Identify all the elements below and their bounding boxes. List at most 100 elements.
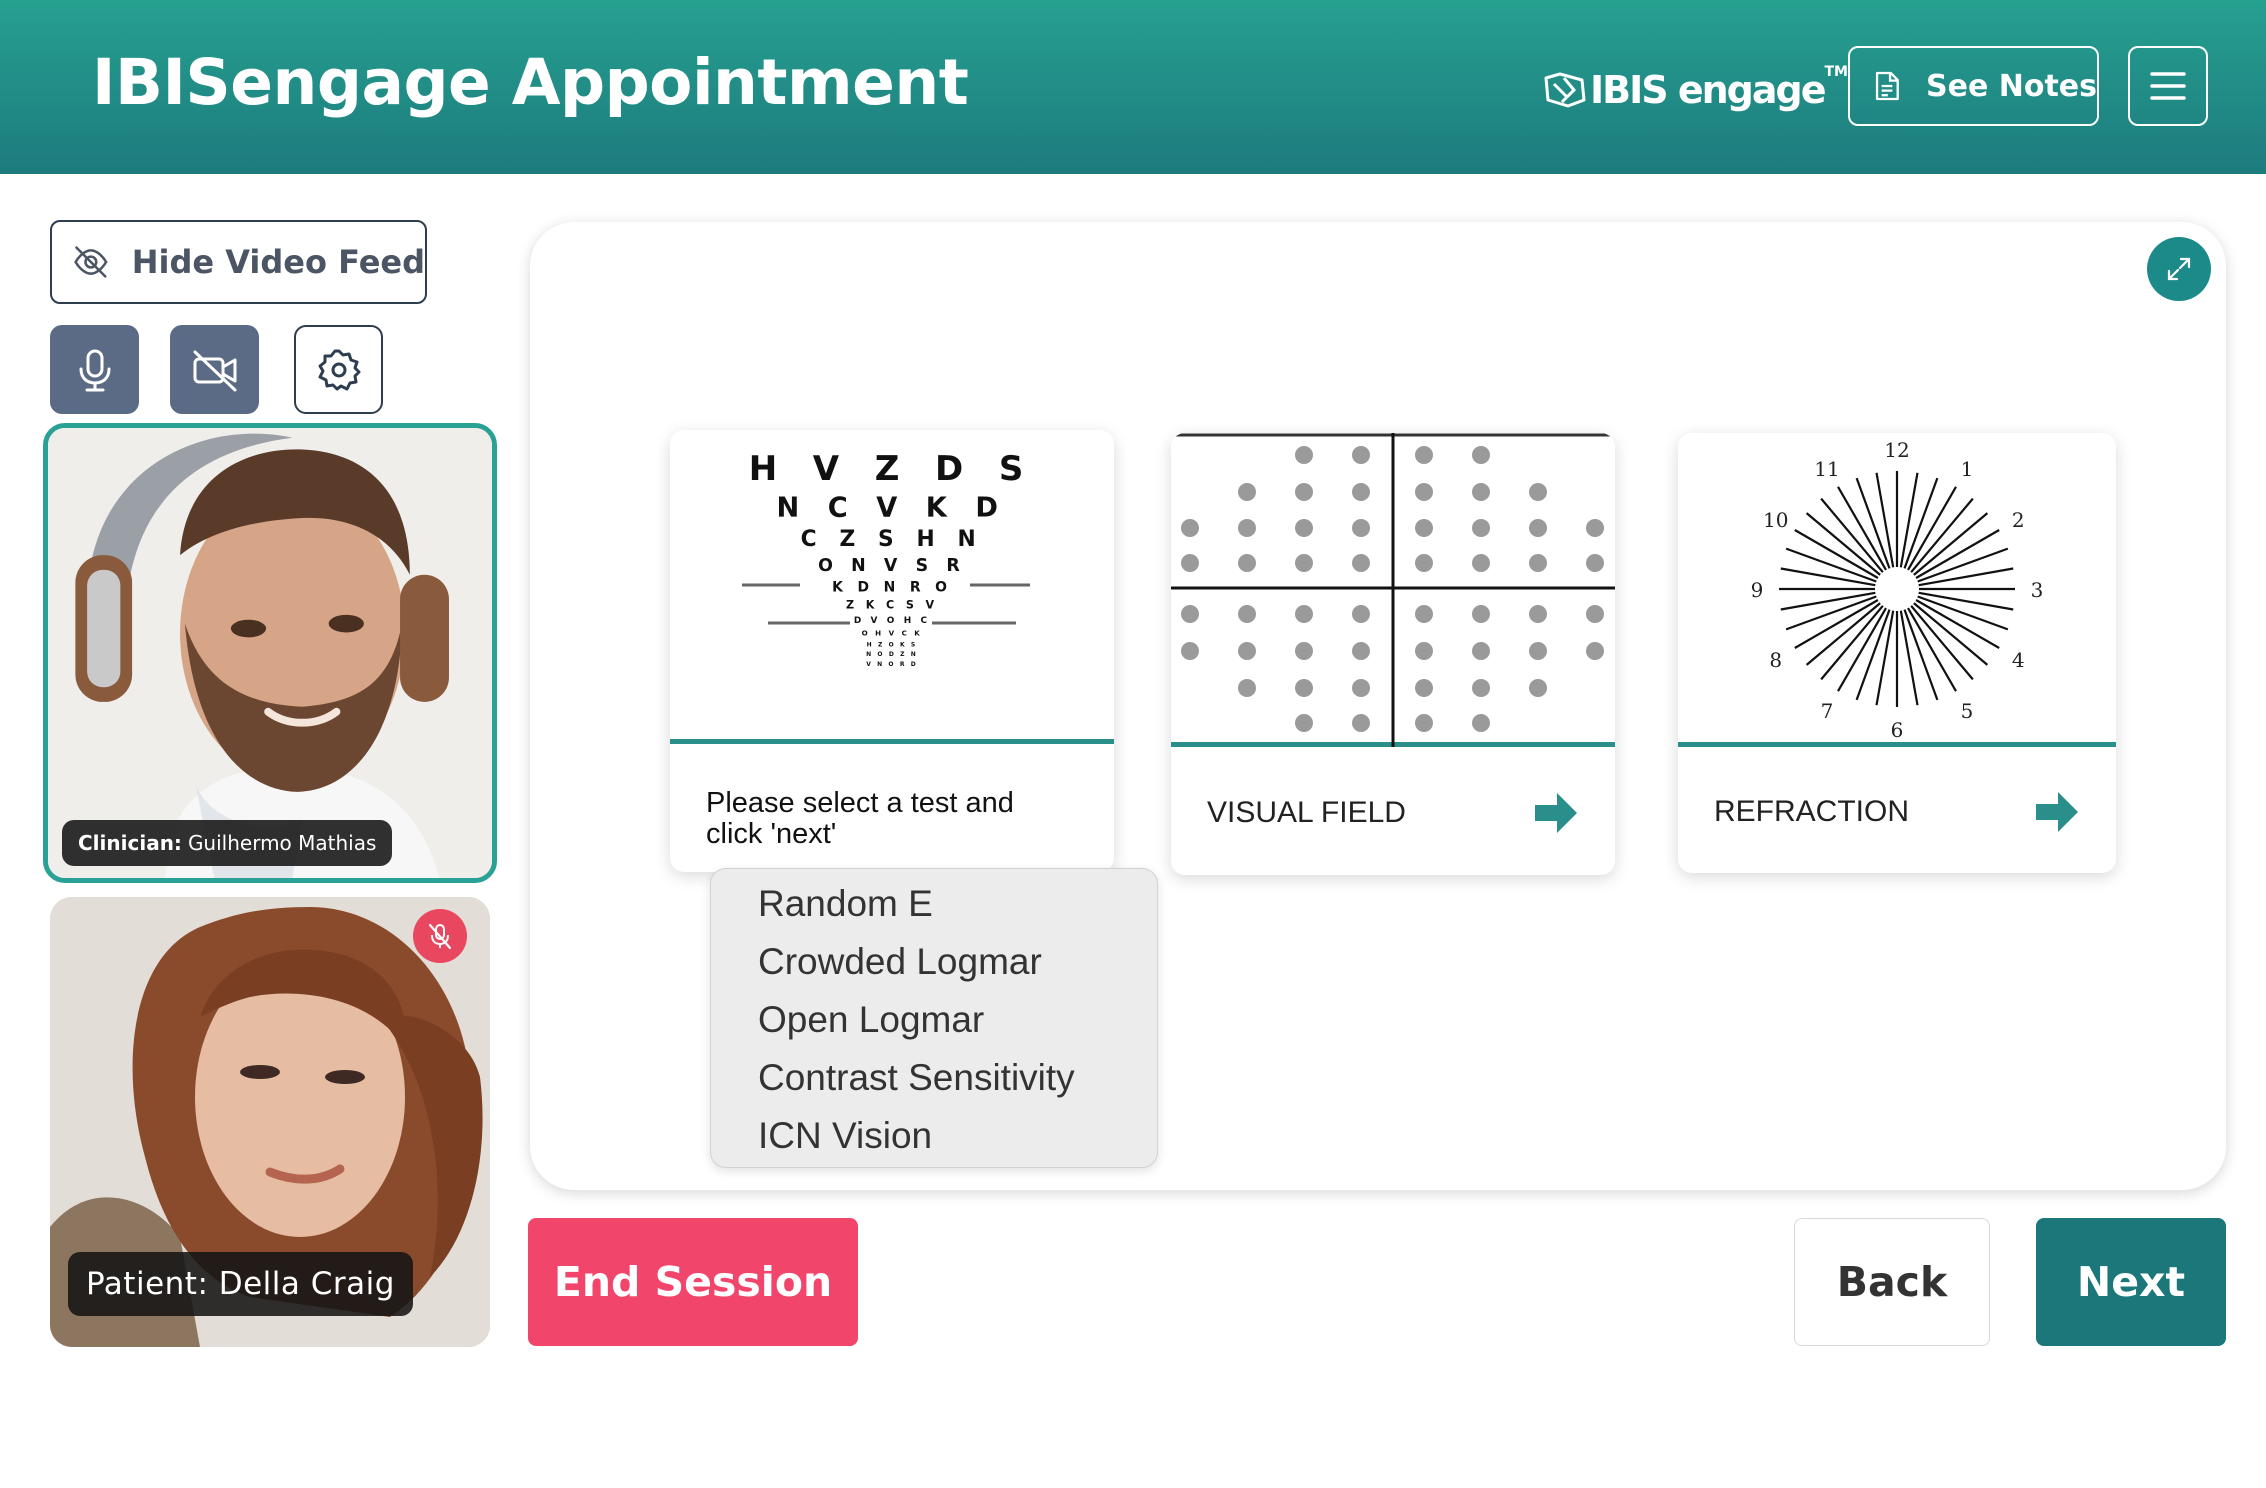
visual-acuity-test-card[interactable]: H V Z D SN C V K D C Z S H N O N V S R K D …: [670, 430, 1114, 872]
visual-field-dot: [1295, 642, 1313, 660]
microphone-icon: [79, 349, 110, 391]
visual-field-dot: [1472, 605, 1490, 623]
clinician-name: Guilhermo Mathias: [187, 831, 377, 855]
app-header: IBISengage Appointment IBIS engage TM See…: [0, 0, 2266, 174]
dropdown-option-crowded-logmar[interactable]: Crowded Logmar: [711, 933, 1157, 991]
see-notes-label: See Notes: [1925, 68, 2097, 104]
eye-chart-row: Z K C S V: [846, 599, 938, 612]
visual-field-dot: [1529, 554, 1547, 572]
brand-name: IBIS engage: [1590, 68, 1826, 112]
visual-field-dot: [1529, 605, 1547, 623]
visual-field-dot: [1529, 642, 1547, 660]
hamburger-menu-icon: [2150, 72, 2186, 100]
visual-field-dot: [1295, 483, 1313, 501]
visual-field-dot: [1295, 519, 1313, 537]
visual-field-dot: [1415, 483, 1433, 501]
brand-logo: IBIS engage TM: [1542, 62, 1848, 118]
dropdown-option-contrast-sensitivity[interactable]: Contrast Sensitivity: [711, 1049, 1157, 1107]
visual-field-dot: [1415, 446, 1433, 464]
eye-chart-row: O H V C K: [862, 629, 923, 638]
dial-clock-number: 4: [2012, 648, 2025, 672]
visual-field-dot: [1238, 605, 1256, 623]
astigmatism-dial: 121234567891011: [1751, 438, 2044, 742]
visual-field-dot: [1472, 714, 1490, 732]
test-type-dropdown: Random E Crowded Logmar Open Logmar Cont…: [710, 868, 1158, 1168]
eye-chart-row: N C V K D: [777, 492, 1008, 523]
visual-field-dot: [1181, 554, 1199, 572]
visual-field-dot: [1238, 554, 1256, 572]
back-button[interactable]: Back: [1794, 1218, 1990, 1346]
eye-chart-row: H Z O K S: [867, 641, 918, 648]
visual-field-dot: [1352, 642, 1370, 660]
fullscreen-button[interactable]: [2147, 237, 2211, 301]
visual-field-dot: [1472, 446, 1490, 464]
dial-clock-number: 1: [1961, 457, 1974, 481]
refraction-label: REFRACTION: [1714, 795, 1909, 828]
visual-field-dot: [1352, 554, 1370, 572]
arrow-right-icon[interactable]: [2034, 790, 2080, 834]
next-button[interactable]: Next: [2036, 1218, 2226, 1346]
see-notes-button[interactable]: See Notes: [1848, 46, 2099, 126]
select-test-prompt: Please select a test and click 'next': [706, 787, 1014, 850]
visual-field-dot: [1415, 679, 1433, 697]
page-title: IBISengage Appointment: [92, 46, 969, 119]
dial-clock-number: 12: [1884, 438, 1909, 462]
microphone-button[interactable]: [50, 325, 139, 414]
dial-clock-number: 5: [1961, 699, 1974, 723]
dropdown-option-open-logmar[interactable]: Open Logmar: [711, 991, 1157, 1049]
patient-video-feed: Patient: Della Craig: [50, 897, 490, 1347]
video-off-icon: [193, 350, 236, 391]
eye-chart-image: H V Z D SN C V K D C Z S H N O N V S R K D …: [670, 430, 1114, 744]
visual-field-dot: [1472, 519, 1490, 537]
visual-field-image: [1171, 433, 1615, 747]
visual-field-dot: [1238, 519, 1256, 537]
hide-video-feed-button[interactable]: Hide Video Feed: [50, 220, 427, 304]
visual-field-dot: [1352, 483, 1370, 501]
visual-field-dot: [1295, 714, 1313, 732]
dial-clock-number: 8: [1769, 648, 1782, 672]
hide-video-feed-label: Hide Video Feed: [131, 243, 425, 281]
visual-field-dot: [1352, 605, 1370, 623]
visual-field-dot: [1352, 446, 1370, 464]
dial-clock-number: 11: [1814, 457, 1839, 481]
visual-field-dot: [1472, 483, 1490, 501]
refraction-test-card[interactable]: 12 1 2 3 4 5 6 7 8 9 10 11 REFRACTION: [1678, 433, 2116, 873]
visual-field-dot: [1352, 714, 1370, 732]
clinician-portrait: [48, 428, 492, 878]
clinician-video-feed: Clinician: Guilhermo Mathias: [43, 423, 497, 883]
visual-field-dot: [1472, 679, 1490, 697]
eye-chart-row: N O D Z N: [866, 651, 918, 658]
eye-off-icon: [74, 246, 108, 278]
dropdown-option-icn-vision[interactable]: ICN Vision: [711, 1107, 1157, 1165]
visual-field-label: VISUAL FIELD: [1207, 796, 1406, 829]
clinician-name-label: Clinician: Guilhermo Mathias: [62, 820, 393, 866]
dial-clock-number: 6: [1891, 718, 1904, 742]
eye-chart-row: C Z S H N: [801, 527, 984, 552]
visual-field-dot: [1352, 519, 1370, 537]
visual-field-dot: [1586, 605, 1604, 623]
eye-chart-row: V N O R D: [866, 661, 918, 668]
visual-field-grid: [1171, 433, 1615, 747]
settings-button[interactable]: [294, 325, 383, 414]
end-session-button[interactable]: End Session: [528, 1218, 858, 1346]
camera-toggle-button[interactable]: [170, 325, 259, 414]
visual-field-dot: [1472, 642, 1490, 660]
dropdown-option-random-e[interactable]: Random E: [711, 875, 1157, 933]
ibis-logo-icon: [1544, 72, 1586, 108]
visual-field-dot: [1415, 642, 1433, 660]
visual-field-dot: [1472, 554, 1490, 572]
menu-button[interactable]: [2128, 46, 2208, 126]
microphone-off-icon: [428, 923, 452, 950]
gear-icon: [318, 349, 360, 390]
dial-clock-number: 2: [2012, 508, 2025, 532]
visual-field-dot: [1415, 519, 1433, 537]
visual-field-dot: [1529, 483, 1547, 501]
visual-field-dot: [1529, 679, 1547, 697]
arrow-right-icon[interactable]: [1533, 791, 1579, 835]
dial-clock-number: 10: [1763, 508, 1788, 532]
visual-acuity-footer: Please select a test and click 'next': [670, 748, 1114, 872]
patient-name-label: Patient: Della Craig: [68, 1252, 413, 1316]
visual-field-test-card[interactable]: VISUAL FIELD: [1171, 433, 1615, 875]
visual-field-dot: [1238, 679, 1256, 697]
document-icon: [1875, 71, 1899, 101]
